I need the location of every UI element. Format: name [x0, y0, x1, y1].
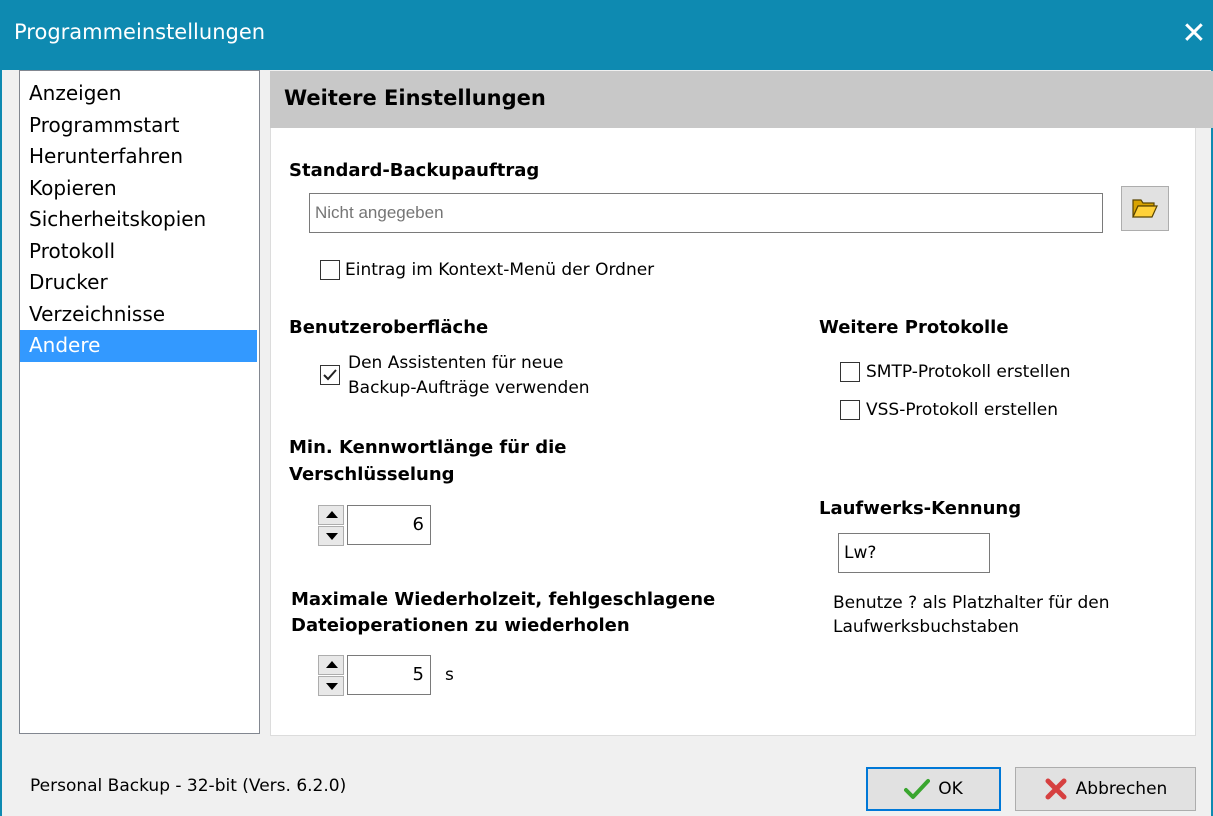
password-length-label-line1: Min. Kennwortlänge für die — [289, 437, 567, 458]
cancel-button-label: Abbrechen — [1075, 779, 1168, 799]
backup-job-input[interactable] — [309, 193, 1103, 233]
spin-down-button[interactable] — [318, 676, 344, 696]
version-status: Personal Backup - 32-bit (Vers. 6.2.0) — [30, 776, 347, 796]
nav-item-drucker[interactable]: Drucker — [20, 267, 257, 299]
checkmark-icon — [904, 779, 931, 799]
cancel-button[interactable]: Abbrechen — [1015, 767, 1196, 811]
ok-button-label: OK — [938, 779, 963, 799]
spin-up-button[interactable] — [318, 655, 344, 675]
retry-time-input[interactable]: 5 — [347, 655, 431, 695]
assistant-label-line2: Backup-Aufträge verwenden — [348, 378, 590, 398]
retry-time-spinner[interactable] — [318, 654, 346, 699]
ui-section-label: Benutzeroberfläche — [289, 317, 489, 338]
drive-id-hint-line2: Laufwerksbuchstaben — [833, 617, 1020, 637]
nav-item-anzeigen[interactable]: Anzeigen — [20, 78, 257, 110]
retry-time-label-line1: Maximale Wiederholzeit, fehlgeschlagene — [291, 589, 716, 610]
settings-category-list[interactable]: Anzeigen Programmstart Herunterfahren Ko… — [19, 70, 260, 734]
retry-time-unit: s — [445, 665, 454, 685]
password-length-input[interactable]: 6 — [347, 505, 431, 545]
assistant-checkbox[interactable] — [320, 365, 340, 385]
arrow-up-icon — [326, 661, 338, 668]
nav-item-sicherheitskopien[interactable]: Sicherheitskopien — [20, 204, 257, 236]
smtp-protocol-label: SMTP-Protokoll erstellen — [866, 362, 1071, 382]
nav-item-herunterfahren[interactable]: Herunterfahren — [20, 141, 257, 173]
cancel-x-icon — [1045, 778, 1067, 800]
window-title: Programmeinstellungen — [14, 20, 266, 44]
smtp-protocol-checkbox[interactable] — [840, 362, 860, 382]
arrow-up-icon — [326, 511, 338, 518]
drive-id-label: Laufwerks-Kennung — [819, 498, 1022, 519]
spin-up-button[interactable] — [318, 505, 344, 525]
nav-item-kopieren[interactable]: Kopieren — [20, 173, 257, 205]
folder-open-icon — [1132, 199, 1158, 218]
browse-backup-button[interactable] — [1121, 186, 1169, 231]
context-menu-label: Eintrag im Kontext-Menü der Ordner — [345, 260, 655, 280]
spin-down-button[interactable] — [318, 526, 344, 546]
retry-time-label-line2: Dateioperationen zu wiederholen — [291, 615, 630, 636]
protocols-section-label: Weitere Protokolle — [819, 317, 1009, 338]
close-icon[interactable]: ✕ — [1176, 14, 1212, 54]
arrow-down-icon — [326, 683, 338, 690]
drive-id-hint-line1: Benutze ? als Platzhalter für den — [833, 593, 1110, 613]
nav-item-andere[interactable]: Andere — [20, 330, 257, 362]
vss-protocol-checkbox[interactable] — [840, 400, 860, 420]
title-bar[interactable]: Programmeinstellungen ✕ — [0, 0, 1213, 70]
nav-item-protokoll[interactable]: Protokoll — [20, 236, 257, 268]
arrow-down-icon — [326, 533, 338, 540]
backup-section-label: Standard-Backupauftrag — [289, 160, 540, 181]
password-length-label-line2: Verschlüsselung — [289, 464, 455, 485]
assistant-label-line1: Den Assistenten für neue — [348, 353, 564, 373]
panel-title: Weitere Einstellungen — [284, 86, 546, 110]
checkmark-icon — [323, 369, 337, 381]
context-menu-checkbox[interactable] — [320, 260, 340, 280]
password-length-spinner[interactable] — [318, 504, 346, 549]
drive-id-input[interactable]: Lw? — [838, 533, 990, 573]
ok-button[interactable]: OK — [866, 767, 1001, 811]
vss-protocol-label: VSS-Protokoll erstellen — [866, 400, 1058, 420]
nav-item-programmstart[interactable]: Programmstart — [20, 110, 257, 142]
nav-item-verzeichnisse[interactable]: Verzeichnisse — [20, 299, 257, 331]
